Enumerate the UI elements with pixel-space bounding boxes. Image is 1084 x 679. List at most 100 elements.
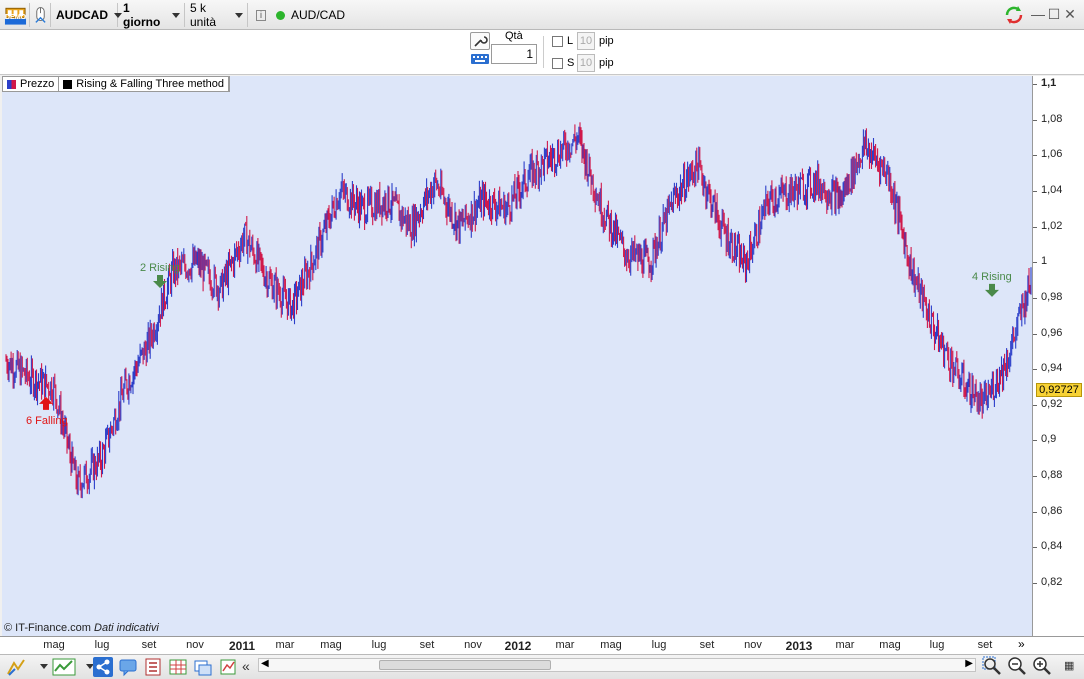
y-tick-mark (1033, 440, 1037, 442)
qty-input[interactable]: 1 (491, 44, 537, 64)
legend-indicator-label: Rising & Falling Three method (76, 78, 225, 90)
arrow-down-icon (985, 283, 999, 297)
y-tick-mark (1033, 155, 1037, 157)
x-tick-label: mar (835, 639, 855, 651)
wrench-icon[interactable] (470, 32, 490, 50)
list-icon[interactable] (143, 657, 163, 677)
scroll-left-arrow-icon[interactable]: ◀ (261, 658, 269, 669)
demo-badge: DEMO (5, 14, 26, 21)
y-tick-label: 1,1 (1041, 77, 1057, 89)
x-tick-label: 2012 (504, 639, 532, 653)
chevron-down-icon (235, 12, 243, 18)
stop-label: S (567, 57, 575, 69)
connection-status-icon (276, 10, 285, 20)
y-tick-label: 0,88 (1041, 469, 1063, 482)
y-tick-mark (1033, 333, 1037, 335)
symbol-label: AUDCAD (56, 8, 108, 22)
credit-note: Dati indicativi (94, 622, 159, 634)
units-dropdown[interactable]: 5 k unità (186, 1, 248, 29)
share-icon[interactable] (93, 657, 113, 677)
legend-item-price[interactable]: Prezzo (3, 77, 60, 91)
indicators-icon[interactable] (52, 657, 76, 677)
last-price-tag: 0,92727 (1036, 383, 1082, 397)
legend-price-label: Prezzo (20, 78, 55, 90)
y-tick-label: 0,9 (1041, 433, 1057, 446)
y-tick-mark (1033, 297, 1037, 299)
maximize-icon[interactable]: ☐ (1047, 7, 1061, 21)
limit-pips-input[interactable]: 10 (577, 32, 595, 50)
refresh-icon[interactable] (1003, 4, 1025, 26)
symbol-dropdown[interactable]: AUDCAD (52, 3, 122, 27)
y-tick-mark (1033, 547, 1037, 549)
zoom-out-icon[interactable] (1007, 656, 1027, 676)
y-tick-mark (1033, 262, 1037, 264)
price-chart-svg: 6 Falling 2 Rising 4 Rising (5, 122, 1032, 499)
chart-legend: Prezzo Rising & Falling Three method (2, 76, 231, 92)
chart-scrollbar[interactable]: ◀ ▶ (258, 658, 976, 672)
chevron-down-icon[interactable] (40, 664, 48, 669)
y-tick-mark (1033, 511, 1037, 513)
x-tick-label: set (977, 639, 993, 651)
x-tick-label: set (419, 639, 435, 651)
collapse-left-icon[interactable]: « (242, 658, 250, 674)
x-tick-label: lug (371, 639, 387, 651)
x-tick-label: mag (879, 639, 901, 651)
y-tick-label: 1,02 (1041, 219, 1063, 232)
y-tick-mark (1033, 84, 1037, 85)
timeframe-label: 1 giorno (123, 1, 161, 29)
order-ticket: Qtà 1 L 10 pip S 10 pip (0, 30, 1084, 75)
chart-settings-icon[interactable] (218, 657, 238, 677)
y-tick-label: 1,08 (1041, 112, 1063, 125)
x-tick-label: lug (94, 639, 110, 651)
y-tick-mark (1033, 119, 1037, 121)
zoom-in-icon[interactable] (1032, 656, 1052, 676)
scroll-right-arrow-icon[interactable]: ▶ (965, 658, 973, 669)
signal-label: 6 Falling (26, 415, 68, 427)
x-tick-label: lug (651, 639, 667, 651)
x-tick-label: mar (275, 639, 295, 651)
y-tick-label: 0,86 (1041, 504, 1063, 517)
instrument-status: AUD/CAD (272, 3, 432, 27)
minimize-icon[interactable]: — (1031, 7, 1045, 21)
keyboard-icon[interactable] (470, 52, 490, 70)
y-tick-mark (1033, 369, 1037, 371)
zoom-area-icon[interactable] (982, 656, 1002, 676)
y-tick-label: 1,04 (1041, 183, 1063, 196)
price-axis[interactable]: 1,1 1,08 1,06 1,04 1,02 1 0,98 0,96 0,94 0,92 0,9 0… (1032, 76, 1084, 636)
credit-source: © IT-Finance.com (4, 622, 91, 634)
x-tick-label: mag (320, 639, 342, 651)
instrument-label: AUD/CAD (291, 8, 346, 22)
comment-icon[interactable] (118, 657, 138, 677)
y-tick-label: 0,92 (1041, 397, 1063, 410)
more-icon[interactable]: ▦ (1064, 659, 1074, 672)
y-tick-label: 1,06 (1041, 148, 1063, 161)
x-tick-label: lug (929, 639, 945, 651)
close-icon[interactable]: ✕ (1063, 7, 1077, 21)
y-tick-mark (1033, 404, 1037, 406)
x-tick-label: 2013 (785, 639, 813, 653)
window-icon[interactable] (193, 657, 213, 677)
price-chart[interactable]: 6 Falling 2 Rising 4 Rising (2, 76, 1032, 636)
chevron-down-icon (172, 12, 180, 18)
signal-label: 4 Rising (972, 271, 1012, 283)
timeframe-dropdown[interactable]: 1 giorno (119, 1, 185, 29)
drawing-tools-icon[interactable] (6, 657, 26, 677)
scroll-right-icon[interactable]: » (1018, 637, 1025, 651)
table-icon[interactable] (168, 657, 188, 677)
y-tick-label: 0,82 (1041, 576, 1063, 588)
y-tick-mark (1033, 190, 1037, 192)
x-tick-label: 2011 (228, 639, 256, 653)
info-icon[interactable]: i (252, 3, 270, 27)
stop-checkbox[interactable] (552, 58, 563, 69)
rising-signal: 4 Rising (972, 271, 1012, 297)
stop-pips-input[interactable]: 10 (577, 54, 595, 72)
y-tick-label: 0,94 (1041, 362, 1063, 375)
time-axis[interactable]: » mag lug set nov 2011 mar mag lug set nov 2012 mar… (0, 636, 1084, 654)
divider (543, 36, 544, 68)
mouse-tool-icon[interactable] (31, 3, 51, 27)
limit-checkbox[interactable] (552, 36, 563, 47)
y-tick-mark (1033, 476, 1037, 478)
scrollbar-thumb[interactable] (379, 660, 551, 670)
indicator-swatch (63, 79, 73, 89)
legend-item-indicator[interactable]: Rising & Falling Three method (59, 77, 230, 91)
